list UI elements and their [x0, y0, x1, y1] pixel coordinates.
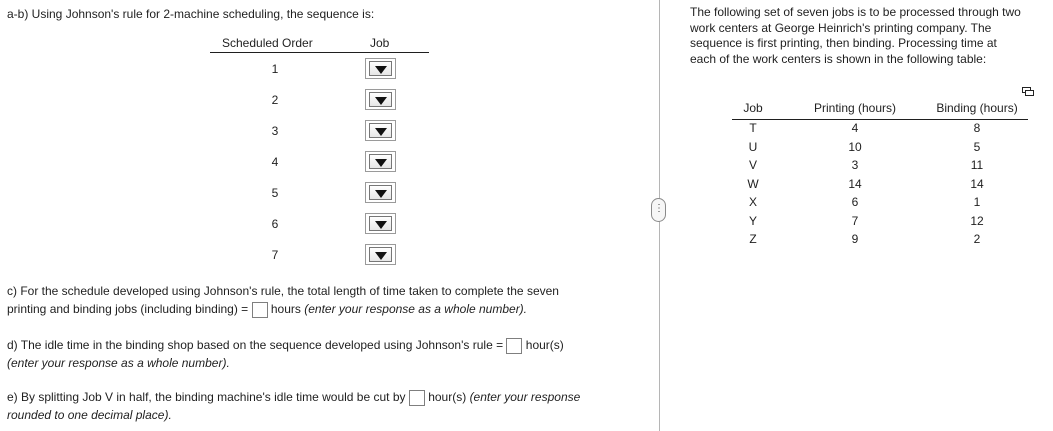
schedule-order-number: 4: [271, 155, 279, 169]
schedule-header-rule: [210, 52, 429, 53]
chevron-down-icon: [375, 128, 387, 136]
question-c-line1: c) For the schedule developed using John…: [7, 284, 559, 298]
question-e-text: e) By splitting Job V in half, the bindi…: [7, 390, 406, 404]
job-cell: Y: [748, 213, 757, 228]
job-header: Job: [370, 36, 390, 50]
binding-cell: 1: [973, 195, 981, 209]
job-cell: W: [747, 176, 759, 191]
intro-line: sequence is first printing, then binding…: [690, 36, 997, 50]
printing-cell: 9: [851, 232, 859, 246]
question-c-line2: printing and binding jobs (including bin…: [7, 302, 527, 318]
binding-cell: 14: [970, 176, 984, 191]
question-d-hint: (enter your response as a whole number).: [7, 356, 230, 370]
chevron-down-icon: [375, 221, 387, 229]
question-ab-prompt: a-b) Using Johnson's rule for 2-machine …: [7, 7, 375, 21]
question-c-text: printing and binding jobs (including bin…: [7, 302, 249, 316]
dropdown-button[interactable]: [369, 154, 392, 169]
intro-line: each of the work centers is shown in the…: [690, 51, 987, 66]
printing-cell: 10: [848, 139, 862, 154]
chevron-down-icon: [375, 190, 387, 198]
question-e-unit: hour(s): [428, 390, 467, 404]
binding-col-header: Binding (hours): [936, 101, 1018, 115]
binding-cell: 5: [973, 139, 981, 154]
job-select-dropdown[interactable]: [365, 151, 396, 172]
chevron-down-icon: [375, 66, 387, 74]
dropdown-button[interactable]: [369, 216, 392, 231]
question-c-hint: (enter your response as a whole number).: [304, 302, 528, 316]
printing-cell: 4: [851, 121, 859, 135]
job-select-dropdown[interactable]: [365, 58, 396, 79]
question-e-hint: (enter your response: [469, 390, 581, 404]
schedule-order-number: 5: [271, 186, 279, 200]
job-select-dropdown[interactable]: [365, 120, 396, 141]
chevron-down-icon: [375, 252, 387, 260]
dropdown-button[interactable]: [369, 247, 392, 262]
schedule-order-number: 1: [271, 62, 279, 76]
job-select-dropdown[interactable]: [365, 213, 396, 234]
job-cell: T: [749, 121, 757, 135]
job-select-dropdown[interactable]: [365, 89, 396, 110]
printing-col-header: Printing (hours): [813, 101, 897, 115]
question-e-hint-cont: rounded to one decimal place).: [7, 408, 172, 422]
question-d-text: d) The idle time in the binding shop bas…: [7, 338, 504, 352]
printing-cell: 7: [851, 213, 859, 228]
schedule-order-number: 7: [271, 248, 279, 262]
question-c-unit: hours: [270, 302, 301, 316]
job-cell: Z: [749, 232, 757, 246]
data-header-rule: [732, 119, 1028, 120]
schedule-order-number: 6: [271, 217, 279, 231]
job-cell: U: [748, 139, 758, 154]
idle-time-input[interactable]: [506, 338, 523, 354]
binding-cell: 12: [970, 213, 984, 228]
dropdown-button[interactable]: [369, 185, 392, 200]
divider-handle[interactable]: ⋮: [651, 198, 666, 222]
printing-cell: 6: [851, 195, 859, 209]
dropdown-button[interactable]: [369, 123, 392, 138]
binding-cell: 8: [973, 121, 981, 135]
printing-cell: 3: [851, 158, 859, 172]
copy-icon[interactable]: [1022, 85, 1034, 97]
chevron-down-icon: [375, 97, 387, 105]
schedule-order-number: 2: [271, 93, 279, 107]
printing-cell: 14: [848, 176, 862, 191]
job-select-dropdown[interactable]: [365, 244, 396, 265]
job-select-dropdown[interactable]: [365, 182, 396, 203]
job-cell: V: [748, 158, 757, 172]
question-d-unit: hour(s): [525, 338, 564, 352]
question-d-line1: d) The idle time in the binding shop bas…: [7, 338, 564, 354]
intro-line: work centers at George Heinrich's printi…: [690, 20, 992, 35]
scheduled-order-header: Scheduled Order: [222, 36, 313, 50]
chevron-down-icon: [375, 159, 387, 167]
job-col-header: Job: [743, 101, 763, 115]
problem-intro: The following set of seven jobs is to be…: [690, 5, 1021, 67]
idle-reduction-input[interactable]: [408, 390, 425, 406]
job-cell: X: [748, 195, 757, 209]
total-time-input[interactable]: [251, 302, 268, 318]
binding-cell: 2: [973, 232, 981, 246]
intro-line: The following set of seven jobs is to be…: [690, 5, 1021, 19]
schedule-order-number: 3: [271, 124, 279, 138]
binding-cell: 11: [970, 158, 984, 172]
dropdown-button[interactable]: [369, 61, 392, 76]
dropdown-button[interactable]: [369, 92, 392, 107]
question-e-line1: e) By splitting Job V in half, the bindi…: [7, 390, 580, 406]
